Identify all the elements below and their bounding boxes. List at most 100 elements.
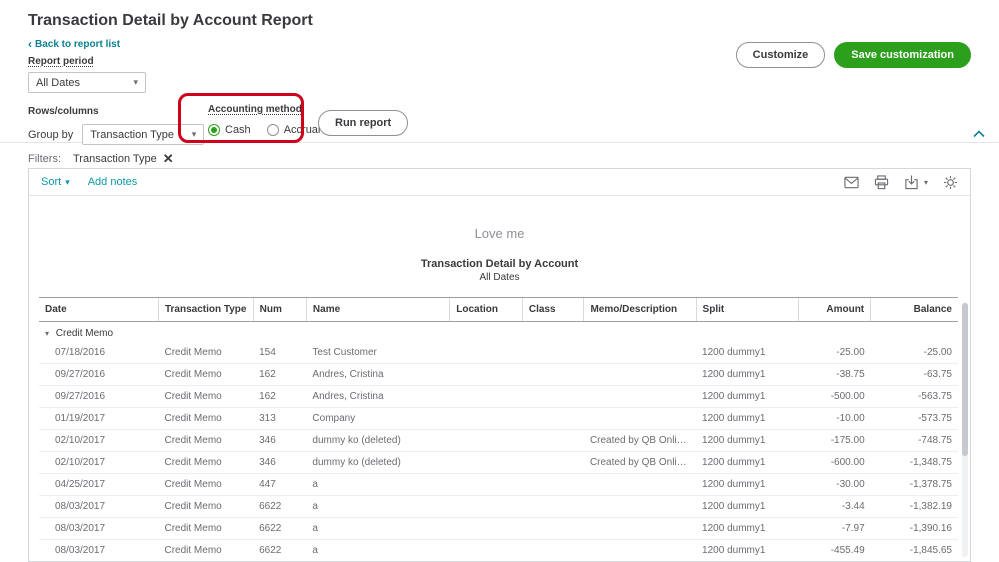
accrual-radio[interactable]: Accrual: [266, 124, 320, 136]
table-cell: -1,390.16: [870, 517, 958, 540]
table-cell: [522, 385, 584, 408]
table-cell: -38.75: [798, 363, 871, 386]
report-period-value: All Dates: [36, 76, 81, 89]
column-header-name[interactable]: Name: [305, 297, 450, 322]
table-cell: Credit Memo: [158, 407, 254, 430]
group-by-select[interactable]: Transaction Type ▾: [82, 124, 205, 145]
run-report-button[interactable]: Run report: [318, 110, 409, 136]
filter-chip[interactable]: Transaction Type ✕: [73, 152, 174, 165]
group-header-row[interactable]: ▾ Credit Memo: [39, 322, 958, 343]
table-cell: Credit Memo: [158, 473, 254, 496]
accounting-method-group: Accounting method Cash Accrual: [208, 101, 320, 136]
table-cell: -748.75: [870, 429, 958, 452]
table-row[interactable]: 07/18/2016 Credit Memo 154 Test Customer 120…: [39, 342, 958, 364]
table-cell: [449, 539, 523, 561]
column-header-amount[interactable]: Amount: [798, 297, 871, 322]
table-cell: 1200 dummy1: [696, 473, 799, 496]
table-row[interactable]: 04/25/2017 Credit Memo 447 a 1200 dummy1 -30.…: [39, 473, 958, 496]
header-actions: Customize Save customization: [735, 42, 971, 68]
table-cell: dummy ko (deleted): [306, 429, 450, 452]
table-cell: -1,382.19: [870, 495, 958, 518]
table-cell: [449, 495, 523, 518]
table-cell: 09/27/2016: [39, 363, 159, 386]
column-header-class[interactable]: Class: [521, 297, 584, 322]
table-cell: -30.00: [798, 473, 871, 496]
cash-radio[interactable]: Cash: [208, 124, 251, 136]
table-cell: 154: [253, 342, 307, 364]
table-cell: [522, 517, 584, 540]
table-cell: Created by QB Online to adjust ...: [583, 451, 697, 474]
table-cell: -563.75: [870, 385, 958, 408]
table-row[interactable]: 08/03/2017 Credit Memo 6622 a 1200 dummy1 -3.…: [39, 495, 958, 518]
scrollbar-thumb[interactable]: [962, 303, 968, 456]
table-row[interactable]: 09/27/2016 Credit Memo 162 Andres, Cristina…: [39, 363, 958, 386]
settings-gear-icon[interactable]: [943, 175, 958, 190]
report-subtitle: All Dates: [479, 272, 520, 283]
table-cell: Created by QB Online to adjust ...: [583, 429, 697, 452]
table-cell: Credit Memo: [158, 429, 254, 452]
table-row[interactable]: 09/27/2016 Credit Memo 162 Andres, Cristina…: [39, 385, 958, 408]
collapse-panel-button[interactable]: [973, 125, 985, 143]
column-header-location[interactable]: Location: [449, 297, 523, 322]
vertical-scrollbar[interactable]: [962, 302, 968, 557]
table-row[interactable]: 08/03/2017 Credit Memo 6622 a 1200 dummy1 -45…: [39, 539, 958, 561]
report-period-select[interactable]: All Dates ▾: [28, 72, 146, 93]
table-cell: [522, 495, 584, 518]
chevron-down-icon[interactable]: ▾: [924, 178, 928, 187]
collapse-group-icon[interactable]: ▾: [45, 329, 49, 338]
table-cell: 6622: [253, 539, 307, 561]
table-cell: a: [306, 517, 450, 540]
table-cell: -455.49: [798, 539, 871, 561]
table-cell: -25.00: [870, 342, 958, 364]
table-cell: -573.75: [870, 407, 958, 430]
email-icon[interactable]: [844, 175, 859, 190]
table-cell: [449, 363, 523, 386]
table-cell: [522, 539, 584, 561]
table-cell: Credit Memo: [158, 342, 254, 364]
table-row[interactable]: 01/19/2017 Credit Memo 313 Company 1200 dumm…: [39, 407, 958, 430]
column-header-memo[interactable]: Memo/Description: [583, 297, 697, 322]
column-header-balance[interactable]: Balance: [870, 297, 958, 322]
customize-button[interactable]: Customize: [735, 42, 826, 68]
cash-radio-label: Cash: [225, 124, 251, 136]
radio-selected-icon: [208, 124, 220, 136]
table-row[interactable]: 02/10/2017 Credit Memo 346 dummy ko (delete…: [39, 451, 958, 474]
save-customization-button[interactable]: Save customization: [834, 42, 971, 68]
table-cell: a: [306, 539, 450, 561]
remove-filter-icon[interactable]: ✕: [163, 152, 174, 165]
table-cell: [449, 407, 523, 430]
radio-unselected-icon: [266, 124, 279, 136]
rows-columns-label: Rows/columns: [28, 106, 99, 117]
table-cell: Credit Memo: [158, 363, 254, 386]
chevron-down-icon: ▾: [191, 129, 197, 139]
print-icon[interactable]: [874, 174, 889, 190]
table-cell: [583, 342, 697, 364]
column-header-date[interactable]: Date: [39, 297, 159, 322]
table-cell: Credit Memo: [158, 517, 254, 540]
column-header-split[interactable]: Split: [695, 297, 799, 322]
sort-label: Sort: [41, 176, 62, 188]
table-cell: -25.00: [798, 342, 871, 364]
back-link[interactable]: ‹ Back to report list: [28, 38, 120, 50]
report-toolbar: Sort ▾ Add notes ▾: [29, 169, 970, 196]
table-cell: -3.44: [798, 495, 871, 518]
add-notes-link[interactable]: Add notes: [88, 176, 138, 188]
export-icon[interactable]: [904, 174, 919, 190]
table-cell: [583, 473, 697, 496]
table-cell: 02/10/2017: [39, 451, 159, 474]
table-cell: [583, 539, 697, 561]
table-cell: 1200 dummy1: [696, 517, 799, 540]
table-cell: 07/18/2016: [39, 342, 159, 364]
table-cell: [522, 407, 584, 430]
report-heading: Love me Transaction Detail by Account Al…: [29, 226, 970, 283]
column-header-transaction-type[interactable]: Transaction Type: [157, 297, 254, 322]
column-header-num[interactable]: Num: [252, 297, 307, 322]
report-card: Sort ▾ Add notes ▾ Love me Transaction D…: [28, 168, 971, 562]
table-cell: [522, 473, 584, 496]
table-cell: 1200 dummy1: [696, 385, 799, 408]
table-cell: 02/10/2017: [39, 429, 159, 452]
table-cell: dummy ko (deleted): [306, 451, 450, 474]
sort-menu[interactable]: Sort ▾: [41, 176, 70, 188]
table-row[interactable]: 08/03/2017 Credit Memo 6622 a 1200 dummy1 -7.…: [39, 517, 958, 540]
table-row[interactable]: 02/10/2017 Credit Memo 346 dummy ko (delete…: [39, 429, 958, 452]
